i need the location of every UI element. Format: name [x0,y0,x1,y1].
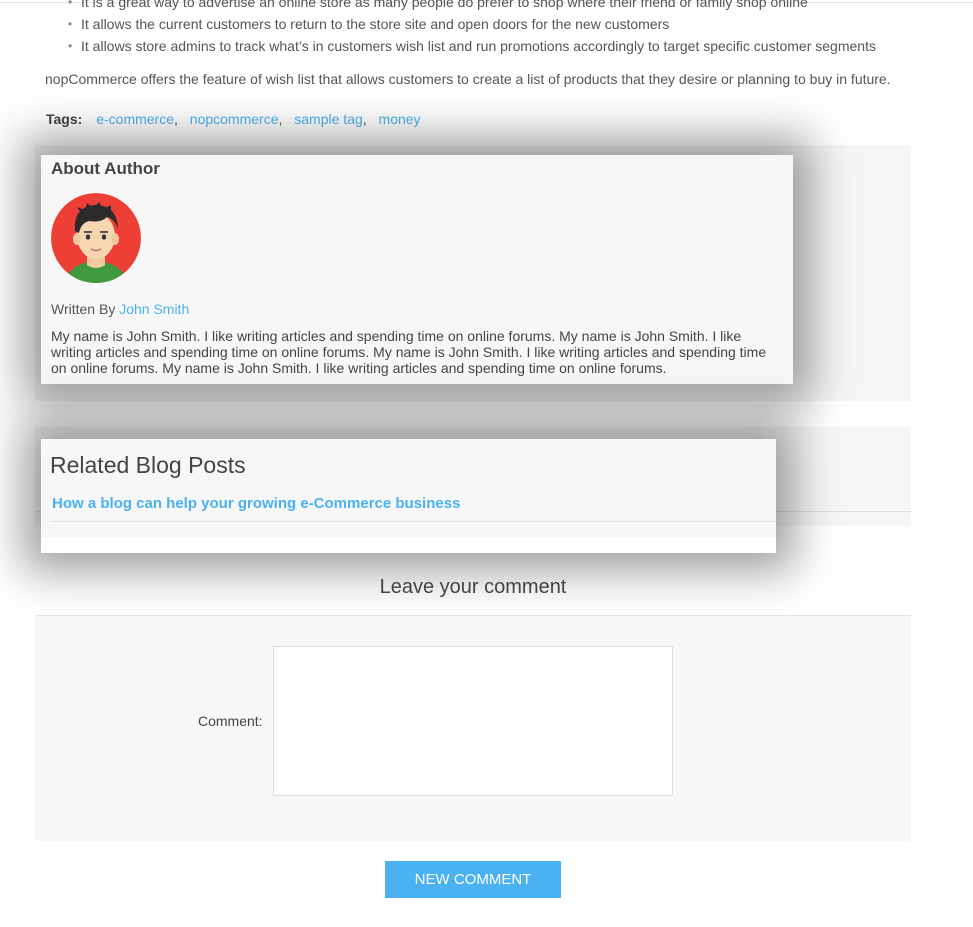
tags-row: Tags: e-commerce, nopcommerce, sample ta… [46,110,421,128]
related-posts-inner: Related Blog Posts How a blog can help y… [41,439,776,537]
written-by-label: Written By [51,301,116,317]
list-item: It allows store admins to track what’s i… [66,35,876,57]
related-posts-title: Related Blog Posts [50,452,246,478]
list-item: It is a great way to advertise an online… [66,0,876,13]
divider [50,521,776,522]
comment-form: Comment: [35,616,911,841]
tag-link[interactable]: e-commerce [96,111,174,127]
written-by: Written By John Smith [51,301,189,317]
article-paragraph: nopCommerce offers the feature of wish l… [45,71,891,87]
author-name-link[interactable]: John Smith [119,301,189,317]
about-author-title: About Author [51,159,160,178]
tag-link[interactable]: nopcommerce [190,111,279,127]
tag-link[interactable]: sample tag [294,111,362,127]
article-bullet-list: It is a great way to advertise an online… [66,0,876,57]
tag-separator: , [278,111,283,127]
tag-separator: , [174,111,178,127]
tags-label: Tags: [46,111,83,127]
tag-separator: , [362,111,367,127]
list-item: It allows the current customers to retur… [66,13,876,35]
new-comment-button[interactable]: New comment [385,861,561,898]
avatar-icon [51,193,141,283]
related-post-link[interactable]: How a blog can help your growing e-Comme… [52,495,460,512]
leave-comment-title: Leave your comment [379,576,567,598]
related-posts-box: Related Blog Posts How a blog can help y… [41,439,776,553]
comment-textarea[interactable] [273,646,673,796]
tag-link[interactable]: money [379,111,421,127]
comment-label: Comment: [198,713,263,729]
author-bio: My name is John Smith. I like writing ar… [51,328,767,376]
about-author-box: About Author Written By John Smith My na… [41,155,793,384]
